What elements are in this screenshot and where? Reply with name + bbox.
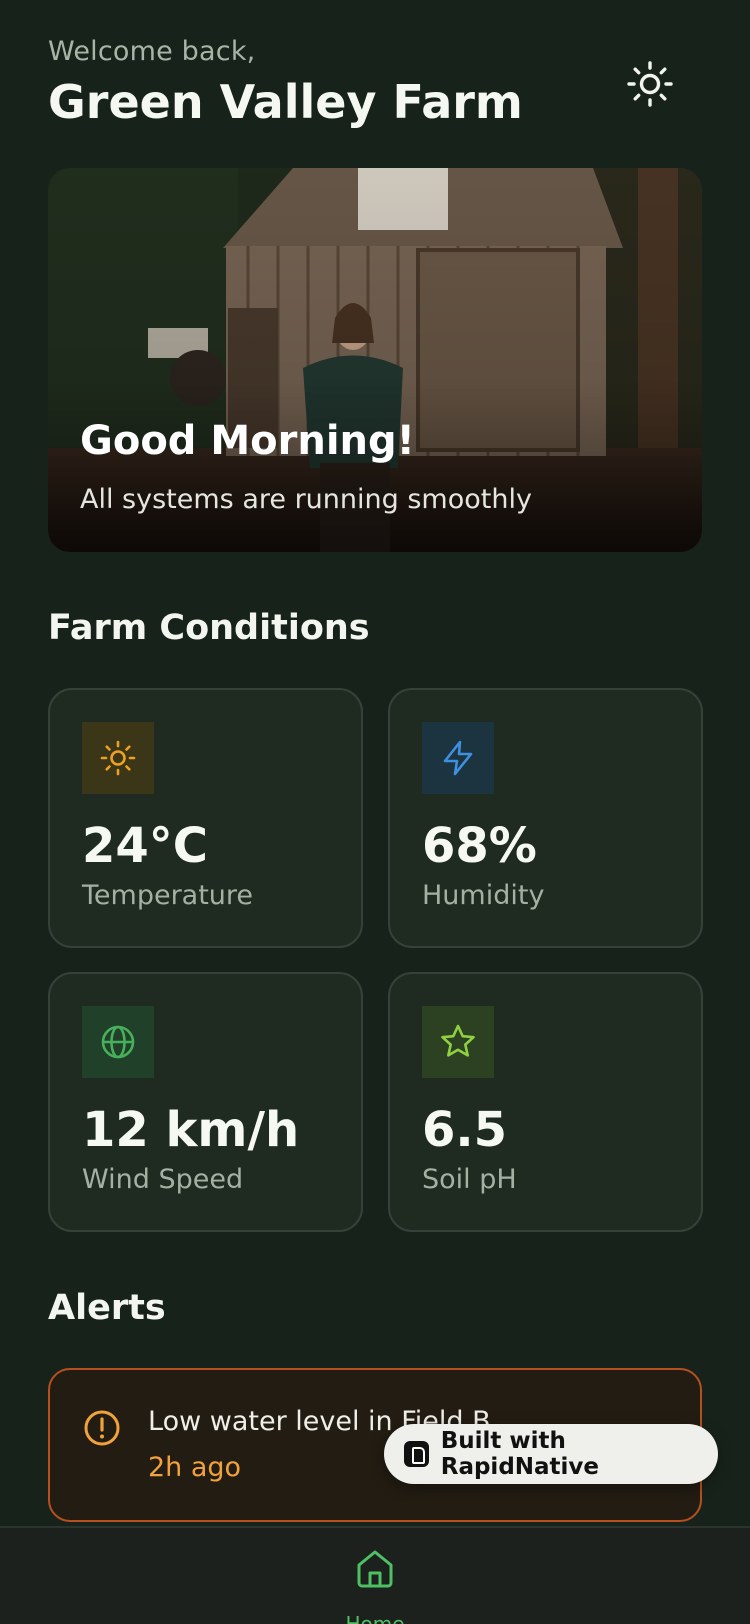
star-icon — [441, 1024, 475, 1057]
wind-speed-icon-box — [82, 1006, 154, 1078]
welcome-text: Welcome back, — [48, 36, 256, 67]
home-icon — [357, 1550, 393, 1588]
sun-icon[interactable] — [626, 60, 674, 108]
alert-time: 2h ago — [148, 1452, 242, 1483]
temperature-card[interactable]: 24°C Temperature — [48, 688, 363, 948]
hero-title: Good Morning! — [80, 418, 415, 464]
soil-ph-card[interactable]: 6.5 Soil pH — [388, 972, 703, 1232]
wind-speed-label: Wind Speed — [82, 1164, 244, 1195]
section-title-alerts: Alerts — [48, 1288, 166, 1328]
soil-ph-label: Soil pH — [422, 1164, 517, 1195]
soil-ph-value: 6.5 — [422, 1102, 508, 1158]
soil-ph-icon-box — [422, 1006, 494, 1078]
badge-text: Built with RapidNative — [440, 1428, 600, 1480]
wind-speed-value: 12 km/h — [82, 1102, 300, 1158]
humidity-value: 68% — [422, 818, 537, 874]
hero-subtitle: All systems are running smoothly — [80, 484, 532, 515]
tab-home[interactable]: Home — [340, 1542, 410, 1624]
temperature-icon-box — [82, 722, 154, 794]
farm-name: Green Valley Farm — [48, 75, 523, 129]
temperature-label: Temperature — [82, 880, 254, 911]
sun-icon — [100, 740, 136, 776]
humidity-icon-box — [422, 722, 494, 794]
tab-home-label: Home — [345, 1612, 405, 1624]
globe-icon — [101, 1025, 135, 1059]
hero-banner[interactable]: Good Morning! All systems are running sm… — [48, 168, 702, 552]
built-with-badge[interactable]: Built with RapidNative — [384, 1424, 718, 1484]
temperature-value: 24°C — [82, 818, 209, 874]
bolt-icon — [443, 740, 473, 776]
alert-circle-icon — [84, 1410, 120, 1446]
bottom-tab-bar: Home — [0, 1526, 750, 1624]
humidity-card[interactable]: 68% Humidity — [388, 688, 703, 948]
rapidnative-logo-icon — [404, 1441, 429, 1467]
wind-speed-card[interactable]: 12 km/h Wind Speed — [48, 972, 363, 1232]
section-title-farm-conditions: Farm Conditions — [48, 608, 370, 648]
humidity-label: Humidity — [422, 880, 545, 911]
header: Welcome back, Green Valley Farm — [48, 36, 702, 129]
